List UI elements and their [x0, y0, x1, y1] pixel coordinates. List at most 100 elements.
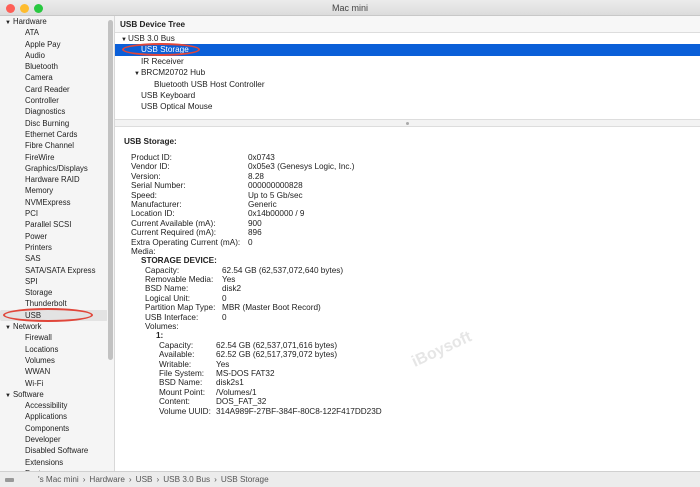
- field-value: 896: [248, 228, 262, 238]
- field-label: Logical Unit:: [145, 293, 191, 303]
- sidebar-item-firewire[interactable]: FireWire: [0, 152, 108, 163]
- sidebar-item-wwan[interactable]: WWAN: [0, 366, 108, 377]
- tree-row[interactable]: USB Storage: [115, 44, 700, 56]
- field-label: Capacity:: [159, 340, 194, 350]
- sidebar-item-sata-sata-express[interactable]: SATA/SATA Express: [0, 265, 108, 276]
- field-label: Vendor ID:: [131, 162, 170, 172]
- zoom-button[interactable]: [34, 4, 43, 13]
- tree-row[interactable]: Bluetooth USB Host Controller: [115, 79, 700, 90]
- sidebar-scroll-thumb[interactable]: [108, 20, 113, 360]
- split-handle[interactable]: [115, 119, 700, 127]
- detail-field: Mount Point: /Volumes/1: [124, 388, 700, 397]
- breadcrumb-separator: ›: [214, 475, 217, 484]
- field-label: Available:: [159, 350, 195, 360]
- field-label: Content:: [159, 397, 190, 407]
- detail-field: Product ID: 0x0743: [124, 153, 700, 162]
- field-value: Yes: [222, 275, 236, 285]
- field-label: Current Available (mA):: [131, 218, 216, 228]
- field-label: File System:: [159, 368, 205, 378]
- disclosure-triangle-icon[interactable]: ▼: [121, 37, 127, 43]
- breadcrumb-item[interactable]: Hardware: [89, 475, 125, 484]
- tree-row[interactable]: IR Receiver: [115, 56, 700, 67]
- sidebar-group-software[interactable]: ▼ Software: [0, 389, 108, 400]
- sidebar-item-power[interactable]: Power: [0, 231, 108, 242]
- tree-row[interactable]: USB Optical Mouse: [115, 101, 700, 112]
- disclosure-triangle-icon[interactable]: ▼: [134, 71, 140, 77]
- field-value: Generic: [248, 199, 277, 209]
- sidebar-item-pci[interactable]: PCI: [0, 208, 108, 219]
- field-label: Product ID:: [131, 153, 172, 162]
- detail-field: Version: 8.28: [124, 172, 700, 181]
- sidebar-item-diagnostics[interactable]: Diagnostics: [0, 106, 108, 117]
- disclosure-triangle-icon[interactable]: ▼: [5, 20, 11, 26]
- sidebar-item-graphics-displays[interactable]: Graphics/Displays: [0, 163, 108, 174]
- window-title: Mac mini: [331, 3, 368, 13]
- sidebar-item-hardware-raid[interactable]: Hardware RAID: [0, 174, 108, 185]
- sidebar-item-locations[interactable]: Locations: [0, 344, 108, 355]
- sidebar-item-applications[interactable]: Applications: [0, 411, 108, 422]
- sidebar-item-extensions[interactable]: Extensions: [0, 457, 108, 468]
- sidebar-item-wi-fi[interactable]: Wi-Fi: [0, 378, 108, 389]
- tree-row[interactable]: USB Keyboard: [115, 90, 700, 101]
- field-value: 314A989F-27BF-384F-80C8-122F417DD23D: [216, 406, 382, 416]
- field-value: Yes: [216, 359, 230, 369]
- sidebar-item-nvmexpress[interactable]: NVMExpress: [0, 197, 108, 208]
- detail-field: Current Required (mA): 896: [124, 228, 700, 237]
- sidebar-item-card-reader[interactable]: Card Reader: [0, 84, 108, 95]
- sidebar-item-fibre-channel[interactable]: Fibre Channel: [0, 140, 108, 151]
- field-label: Partition Map Type:: [145, 303, 216, 313]
- tree-row-label: Bluetooth USB Host Controller: [154, 79, 265, 89]
- breadcrumb-item[interactable]: USB 3.0 Bus: [163, 475, 210, 484]
- disclosure-triangle-icon[interactable]: ▼: [5, 325, 11, 331]
- minimize-button[interactable]: [20, 4, 29, 13]
- close-button[interactable]: [6, 4, 15, 13]
- field-label: Version:: [131, 171, 161, 181]
- sidebar-item-volumes[interactable]: Volumes: [0, 355, 108, 366]
- sidebar-item-apple-pay[interactable]: Apple Pay: [0, 39, 108, 50]
- detail-field: Current Available (mA): 900: [124, 219, 700, 228]
- sidebar-group-hardware[interactable]: ▼ Hardware: [0, 16, 108, 27]
- sidebar-item-parallel-scsi[interactable]: Parallel SCSI: [0, 219, 108, 230]
- tree-header: USB Device Tree: [115, 16, 700, 33]
- sidebar-item-controller[interactable]: Controller: [0, 95, 108, 106]
- tree-row[interactable]: ▼BRCM20702 Hub: [115, 67, 700, 78]
- detail-field: Capacity: 62.54 GB (62,537,071,616 bytes): [124, 341, 700, 350]
- detail-field: USB Interface: 0: [124, 313, 700, 322]
- field-label: Capacity:: [145, 265, 180, 275]
- sidebar-item-firewall[interactable]: Firewall: [0, 332, 108, 343]
- sidebar-item-disabled-software[interactable]: Disabled Software: [0, 445, 108, 456]
- status-bar: 's Mac mini › Hardware › USB › USB 3.0 Bus › USB…: [0, 471, 700, 487]
- sidebar-group-network[interactable]: ▼ Network: [0, 321, 108, 332]
- sidebar-item-components[interactable]: Components: [0, 423, 108, 434]
- field-value: 0x14b00000 / 9: [248, 209, 305, 219]
- sidebar-item-accessibility[interactable]: Accessibility: [0, 400, 108, 411]
- field-value: DOS_FAT_32: [216, 397, 267, 407]
- sidebar-item-storage[interactable]: Storage: [0, 287, 108, 298]
- field-label: Serial Number:: [131, 181, 186, 191]
- sidebar-item-audio[interactable]: Audio: [0, 50, 108, 61]
- field-label: Mount Point:: [159, 387, 205, 397]
- detail-field: File System: MS-DOS FAT32: [124, 369, 700, 378]
- tree-row[interactable]: ▼USB 3.0 Bus: [115, 33, 700, 44]
- breadcrumb-item[interactable]: USB: [136, 475, 153, 484]
- detail-field: Logical Unit: 0: [124, 294, 700, 303]
- sidebar-item-developer[interactable]: Developer: [0, 434, 108, 445]
- title-bar: Mac mini: [0, 0, 700, 16]
- sidebar-item-disc-burning[interactable]: Disc Burning: [0, 118, 108, 129]
- field-label: Current Required (mA):: [131, 228, 217, 238]
- breadcrumb-item[interactable]: USB Storage: [221, 475, 269, 484]
- sidebar-item-printers[interactable]: Printers: [0, 242, 108, 253]
- sidebar-item-memory[interactable]: Memory: [0, 185, 108, 196]
- detail-field: Extra Operating Current (mA): 0: [124, 238, 700, 247]
- field-label: Media:: [131, 246, 156, 256]
- detail-field: Volume UUID: 314A989F-27BF-384F-80C8-122F…: [124, 407, 700, 416]
- sidebar-item-ethernet-cards[interactable]: Ethernet Cards: [0, 129, 108, 140]
- detail-field: Speed: Up to 5 Gb/sec: [124, 191, 700, 200]
- sidebar-item-sas[interactable]: SAS: [0, 253, 108, 264]
- sidebar-item-spi[interactable]: SPI: [0, 276, 108, 287]
- sidebar-item-camera[interactable]: Camera: [0, 72, 108, 83]
- sidebar-item-bluetooth[interactable]: Bluetooth: [0, 61, 108, 72]
- disclosure-triangle-icon[interactable]: ▼: [5, 393, 11, 399]
- breadcrumb-item[interactable]: 's Mac mini: [38, 475, 79, 484]
- sidebar-item-ata[interactable]: ATA: [0, 27, 108, 38]
